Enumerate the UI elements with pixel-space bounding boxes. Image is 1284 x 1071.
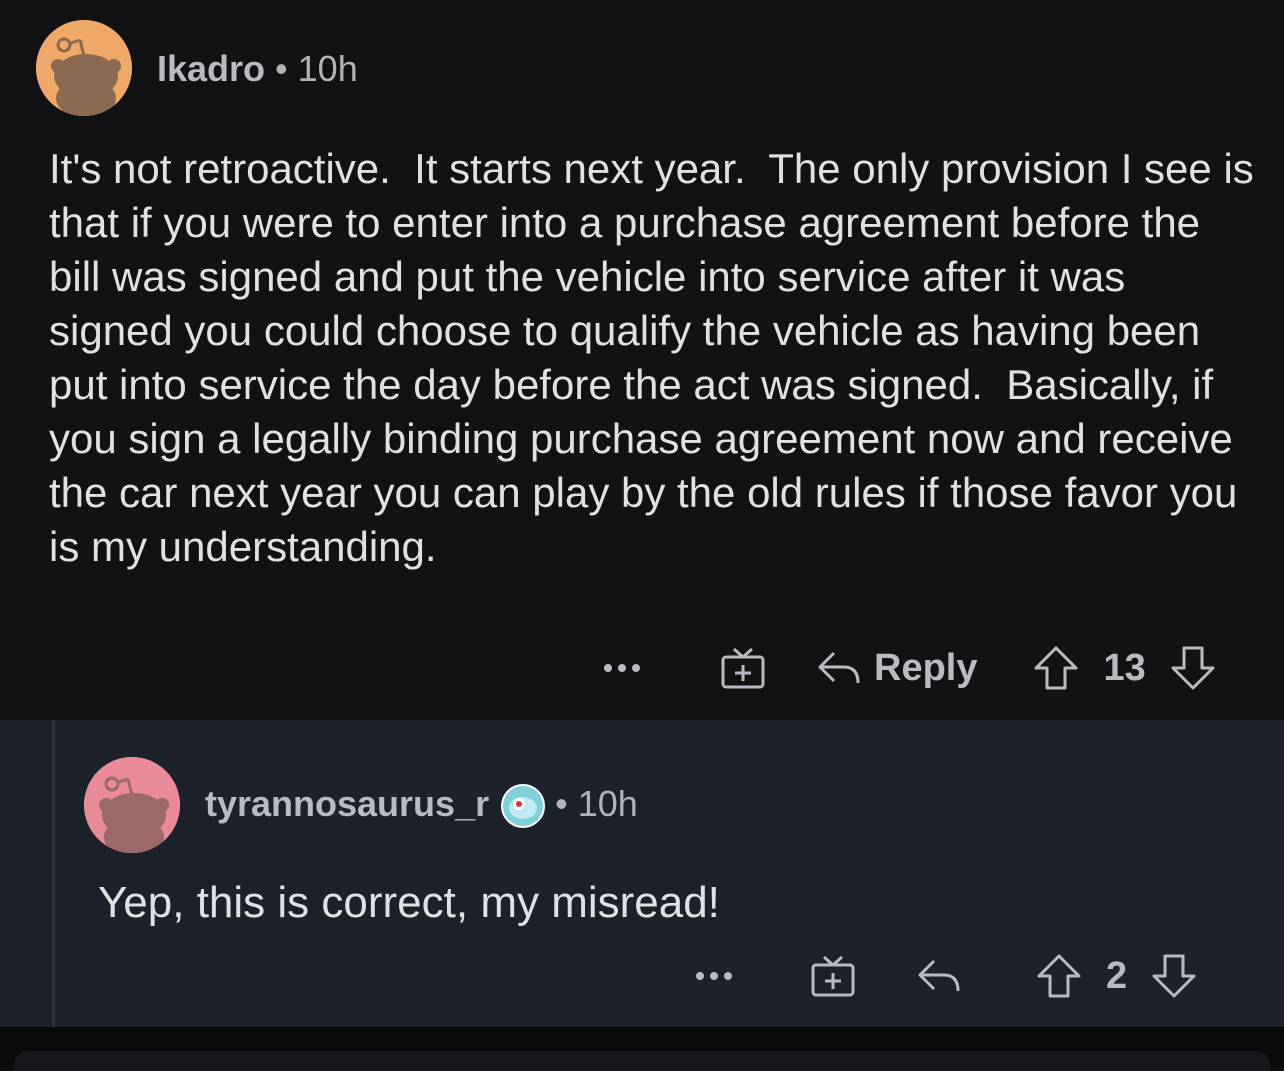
timestamp: 10h [297,48,358,89]
bottom-bar [0,1027,1284,1071]
comment-body: It's not retroactive. It starts next yea… [49,145,1266,570]
gift-icon[interactable] [720,645,766,691]
vote-count: 13 [1103,646,1146,689]
comment-meta: Ikadro • 10h [157,48,358,90]
username[interactable]: Ikadro [157,48,265,89]
reply-button[interactable]: Reply [874,647,977,690]
reply-icon[interactable] [816,647,862,689]
downvote-icon[interactable] [1151,953,1197,999]
user-avatar[interactable] [36,20,132,116]
upvote-icon[interactable] [1036,953,1082,999]
timestamp: 10h [577,783,638,824]
upvote-icon[interactable] [1033,645,1079,691]
comment-meta: tyrannosaurus_r • 10h [205,783,638,829]
username[interactable]: tyrannosaurus_r [205,783,489,824]
reply-icon[interactable] [916,955,962,997]
thread-line[interactable] [52,720,55,1027]
gift-icon[interactable] [810,953,856,999]
separator-dot: • [275,48,288,89]
vote-count: 2 [1106,954,1128,997]
separator-dot: • [555,783,568,824]
comment-actions: 2 [692,948,1197,1004]
user-avatar[interactable] [84,757,180,853]
ellipsis-icon[interactable] [692,966,736,986]
downvote-icon[interactable] [1170,645,1216,691]
comment-actions: Reply 13 [600,640,1216,696]
next-comment-edge [14,1051,1270,1071]
snoo-badge-icon [501,784,546,829]
comment-ikadro: Ikadro • 10h It's not retroactive. It star… [0,0,1284,720]
comment-body: Yep, this is correct, my misread! [98,878,720,927]
ellipsis-icon[interactable] [600,658,644,678]
